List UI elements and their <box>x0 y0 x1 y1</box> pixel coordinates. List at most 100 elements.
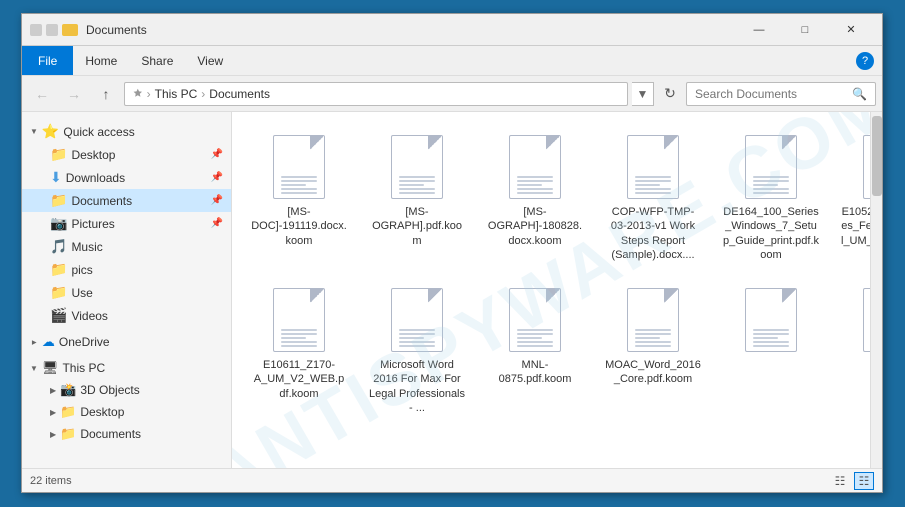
file-item[interactable]: [MS-DOC]-191119.docx.koom <box>244 124 354 269</box>
sidebar: ▼ ⭐ Quick access 📁 Desktop 📌 ⬇ Downloads… <box>22 112 232 468</box>
quick-access-label: Quick access <box>63 125 134 139</box>
address-sep2: › <box>201 87 205 101</box>
title-icon-folder <box>62 24 78 36</box>
file-icon <box>503 131 567 203</box>
sidebar-item-desktop[interactable]: 📁 Desktop 📌 <box>22 143 231 166</box>
sidebar-section-quick-access: ▼ ⭐ Quick access 📁 Desktop 📌 ⬇ Downloads… <box>22 120 231 327</box>
sidebar-item-3dobjects[interactable]: ▶ 📸 3D Objects <box>22 379 231 401</box>
sidebar-section-onedrive: ▼ ☁ OneDrive <box>22 331 231 353</box>
refresh-button[interactable]: ↻ <box>658 82 682 106</box>
menu-file[interactable]: File <box>22 46 73 75</box>
sidebar-group-thispc[interactable]: ▼ 🖥 This PC <box>22 357 231 379</box>
sidebar-desktop2-label: Desktop <box>80 405 124 419</box>
file-icon <box>621 284 685 356</box>
file-scrollbar-thumb <box>872 116 882 196</box>
star-icon: ⭐ <box>42 123 59 140</box>
pictures-icon: 📷 <box>50 215 67 232</box>
pin-icon-documents: 📌 <box>211 195 223 206</box>
folder-icon-desktop: 📁 <box>50 146 67 163</box>
file-item[interactable]: [MS-OGRAPH].pdf.koom <box>362 124 472 269</box>
file-item[interactable] <box>834 277 870 422</box>
file-name: COP-WFP-TMP-03-2013-v1 Work Steps Report… <box>605 205 701 262</box>
file-item[interactable]: E10527_Z170_Series_Feature_Manual_UM_WEB… <box>834 124 870 269</box>
grid-view-button[interactable]: ☷ <box>854 472 874 490</box>
sidebar-videos-label: Videos <box>71 309 107 323</box>
downloads-icon: ⬇ <box>50 169 62 186</box>
address-path[interactable]: 🟊 › This PC › Documents <box>124 82 628 106</box>
file-name: DE164_100_Series_Windows_7_Setup_Guide_p… <box>723 205 819 262</box>
menu-bar: File Home Share View ? <box>22 46 882 76</box>
file-icon <box>857 131 870 203</box>
file-name: [MS-OGRAPH]-180828.docx.koom <box>487 205 583 248</box>
file-name: [MS-DOC]-191119.docx.koom <box>251 205 347 248</box>
file-icon <box>267 284 331 356</box>
sidebar-onedrive-label: OneDrive <box>59 335 110 349</box>
sidebar-item-downloads[interactable]: ⬇ Downloads 📌 <box>22 166 231 189</box>
sidebar-group-onedrive[interactable]: ▼ ☁ OneDrive <box>22 331 231 353</box>
pin-icon-pictures: 📌 <box>211 218 223 229</box>
objects3d-icon: 📸 <box>60 382 76 398</box>
folder-icon-documents: 📁 <box>50 192 67 209</box>
search-box: 🔍 <box>686 82 876 106</box>
file-name: Microsoft Word 2016 For Max For Legal Pr… <box>369 358 465 415</box>
address-current: Documents <box>209 87 270 101</box>
list-view-button[interactable]: ☷ <box>830 472 850 490</box>
search-icon: 🔍 <box>852 87 867 101</box>
sidebar-thispc-label: This PC <box>62 361 105 375</box>
sidebar-item-documents2[interactable]: ▶ 📁 Documents <box>22 423 231 445</box>
music-icon: 🎵 <box>50 238 67 255</box>
file-item[interactable]: Microsoft Word 2016 For Max For Legal Pr… <box>362 277 472 422</box>
folder-icon-use: 📁 <box>50 284 67 301</box>
sidebar-item-desktop2[interactable]: ▶ 📁 Desktop <box>22 401 231 423</box>
documents2-icon: 📁 <box>60 426 76 442</box>
items-count: 22 items <box>30 475 72 487</box>
file-item[interactable]: MOAC_Word_2016_Core.pdf.koom <box>598 277 708 422</box>
file-icon <box>739 284 803 356</box>
menu-view[interactable]: View <box>185 46 235 75</box>
chevron-right-desktop2: ▶ <box>50 408 56 417</box>
pin-icon-downloads: 📌 <box>211 172 223 183</box>
address-this-pc: This PC <box>155 87 198 101</box>
back-button[interactable]: ← <box>28 82 56 106</box>
file-icon <box>385 131 449 203</box>
sidebar-item-music[interactable]: 🎵 Music <box>22 235 231 258</box>
file-item[interactable]: E10611_Z170-A_UM_V2_WEB.pdf.koom <box>244 277 354 422</box>
address-bar: ← → ↑ 🟊 › This PC › Documents ▼ ↻ 🔍 <box>22 76 882 112</box>
help-icon[interactable]: ? <box>856 52 874 70</box>
file-item[interactable]: DE164_100_Series_Windows_7_Setup_Guide_p… <box>716 124 826 269</box>
sidebar-item-use[interactable]: 📁 Use <box>22 281 231 304</box>
status-bar: 22 items ☷ ☷ <box>22 468 882 492</box>
forward-button[interactable]: → <box>60 82 88 106</box>
sidebar-item-pictures[interactable]: 📷 Pictures 📌 <box>22 212 231 235</box>
file-item[interactable]: COP-WFP-TMP-03-2013-v1 Work Steps Report… <box>598 124 708 269</box>
title-icon-2 <box>46 24 58 36</box>
folder-icon-pics: 📁 <box>50 261 67 278</box>
menu-home[interactable]: Home <box>73 46 129 75</box>
close-button[interactable]: ✕ <box>828 14 874 46</box>
menu-share[interactable]: Share <box>129 46 185 75</box>
title-icon-1 <box>30 24 42 36</box>
file-item[interactable]: [MS-OGRAPH]-180828.docx.koom <box>480 124 590 269</box>
chevron-right-3d: ▶ <box>50 386 56 395</box>
file-item[interactable]: MNL-0875.pdf.koom <box>480 277 590 422</box>
sidebar-item-pics[interactable]: 📁 pics <box>22 258 231 281</box>
file-name: E10527_Z170_Series_Feature_Manual_UM_WEB… <box>841 205 870 262</box>
sidebar-desktop-label: Desktop <box>71 148 115 162</box>
sidebar-group-quick-access[interactable]: ▼ ⭐ Quick access <box>22 120 231 143</box>
file-icon <box>385 284 449 356</box>
sidebar-item-documents[interactable]: 📁 Documents 📌 <box>22 189 231 212</box>
sidebar-pics-label: pics <box>71 263 92 277</box>
sidebar-item-videos[interactable]: 🎬 Videos <box>22 304 231 327</box>
search-input[interactable] <box>695 87 848 101</box>
file-item[interactable] <box>716 277 826 422</box>
sidebar-3dobjects-label: 3D Objects <box>80 383 139 397</box>
file-name: E10611_Z170-A_UM_V2_WEB.pdf.koom <box>251 358 347 401</box>
dropdown-button[interactable]: ▼ <box>632 82 654 106</box>
maximize-button[interactable]: □ <box>782 14 828 46</box>
up-button[interactable]: ↑ <box>92 82 120 106</box>
minimize-button[interactable]: — <box>736 14 782 46</box>
chevron-down-icon: ▼ <box>30 127 38 136</box>
file-scrollbar[interactable] <box>870 112 882 468</box>
sidebar-pictures-label: Pictures <box>71 217 114 231</box>
chevron-down-icon-thispc: ▼ <box>30 364 38 373</box>
